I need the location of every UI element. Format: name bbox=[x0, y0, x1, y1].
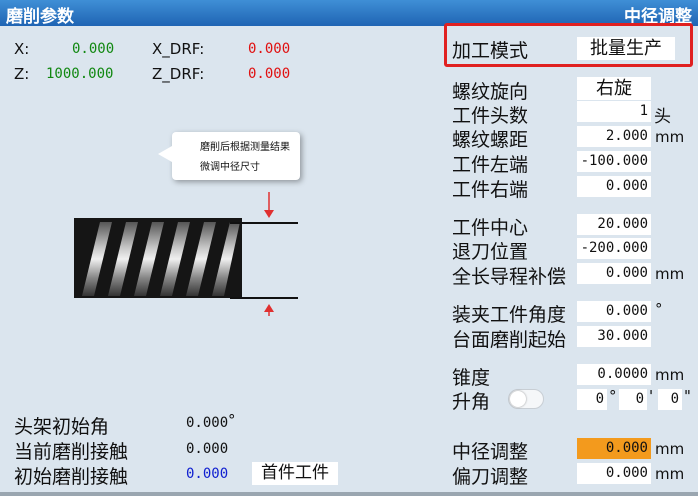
current-contact-label: 当前磨削接触 bbox=[14, 441, 129, 463]
lead-compensation-unit: mm bbox=[655, 265, 685, 283]
callout-line2: 微调中径尺寸 bbox=[200, 162, 260, 173]
head-count-unit: 头 bbox=[654, 107, 671, 127]
x-value: 0.000 bbox=[72, 41, 115, 57]
callout-line1: 磨削后根据测量结果 bbox=[200, 142, 290, 153]
head-count-label: 工件头数 bbox=[452, 105, 529, 127]
center-label: 工件中心 bbox=[452, 217, 529, 239]
thread-direction-select[interactable]: 右旋 bbox=[577, 77, 651, 100]
x-drf-value: 0.000 bbox=[248, 41, 291, 57]
clamp-angle-unit: ° bbox=[655, 300, 663, 318]
lift-angle-seconds-unit: " bbox=[684, 387, 691, 405]
current-contact-value: 0.000 bbox=[186, 441, 229, 457]
thread-workpiece-illustration bbox=[74, 192, 298, 316]
z-drf-label: Z_DRF: bbox=[152, 65, 205, 83]
offset-adjust-label: 偏刀调整 bbox=[452, 466, 529, 488]
pitch-diameter-adjust-label: 中径调整 bbox=[452, 441, 529, 463]
z-label: Z: bbox=[14, 65, 30, 83]
initial-contact-label: 初始磨削接触 bbox=[14, 466, 129, 488]
right-end-field[interactable]: 0.000 bbox=[577, 176, 651, 197]
pitch-field[interactable]: 2.000 bbox=[577, 126, 651, 147]
thread-direction-label: 螺纹旋向 bbox=[452, 81, 529, 103]
retract-position-field[interactable]: -200.000 bbox=[577, 238, 651, 259]
taper-unit: mm bbox=[655, 366, 685, 384]
x-label: X: bbox=[14, 40, 30, 58]
callout-pointer bbox=[158, 146, 172, 162]
machining-mode-label: 加工模式 bbox=[452, 40, 529, 62]
retract-position-label: 退刀位置 bbox=[452, 241, 529, 263]
right-end-label: 工件右端 bbox=[452, 179, 529, 201]
initial-contact-value: 0.000 bbox=[186, 466, 229, 482]
hint-callout: 磨削后根据测量结果 微调中径尺寸 bbox=[158, 132, 300, 180]
offset-adjust-field[interactable]: 0.000 bbox=[577, 463, 651, 484]
table-start-label: 台面磨削起始 bbox=[452, 329, 567, 351]
lift-angle-minutes-unit: ' bbox=[649, 387, 654, 405]
pitch-unit: mm bbox=[655, 128, 685, 146]
page-title: 磨削参数 bbox=[6, 7, 74, 27]
first-part-button[interactable]: 首件工件 bbox=[252, 462, 338, 485]
taper-field[interactable]: 0.0000 bbox=[577, 364, 651, 385]
lift-angle-degrees-field[interactable]: 0 bbox=[577, 389, 607, 410]
left-end-field[interactable]: -100.000 bbox=[577, 151, 651, 172]
lead-compensation-field[interactable]: 0.000 bbox=[577, 263, 651, 284]
bottom-border bbox=[0, 492, 698, 496]
lift-angle-label: 升角 bbox=[452, 391, 491, 413]
clamp-angle-field[interactable]: 0.000 bbox=[577, 301, 651, 322]
z-drf-value: 0.000 bbox=[248, 66, 291, 82]
head-initial-angle-unit: ° bbox=[228, 411, 236, 429]
lift-angle-degrees-unit: ° bbox=[609, 387, 617, 405]
table-start-field[interactable]: 30.000 bbox=[577, 326, 651, 347]
lead-compensation-label: 全长导程补偿 bbox=[452, 266, 567, 288]
pitch-label: 螺纹螺距 bbox=[452, 129, 529, 151]
left-end-label: 工件左端 bbox=[452, 154, 529, 176]
head-count-field[interactable]: 1 bbox=[577, 101, 651, 122]
pitch-diameter-adjust-field[interactable]: 0.000 bbox=[577, 438, 651, 459]
offset-adjust-unit: mm bbox=[655, 465, 685, 483]
head-initial-angle-value: 0.000 bbox=[186, 415, 229, 431]
lift-angle-seconds-field[interactable]: 0 bbox=[658, 389, 682, 410]
toggle-knob bbox=[510, 391, 526, 407]
center-field[interactable]: 20.000 bbox=[577, 214, 651, 235]
lift-angle-toggle[interactable] bbox=[508, 389, 544, 409]
pitch-diameter-adjust-unit: mm bbox=[655, 440, 685, 458]
z-value: 1000.000 bbox=[46, 66, 114, 82]
lift-angle-minutes-field[interactable]: 0 bbox=[619, 389, 647, 410]
machining-mode-select[interactable]: 批量生产 bbox=[577, 37, 675, 60]
clamp-angle-label: 装夹工件角度 bbox=[452, 304, 567, 326]
x-drf-label: X_DRF: bbox=[152, 40, 205, 58]
head-initial-angle-label: 头架初始角 bbox=[14, 416, 110, 438]
taper-label: 锥度 bbox=[452, 367, 491, 389]
